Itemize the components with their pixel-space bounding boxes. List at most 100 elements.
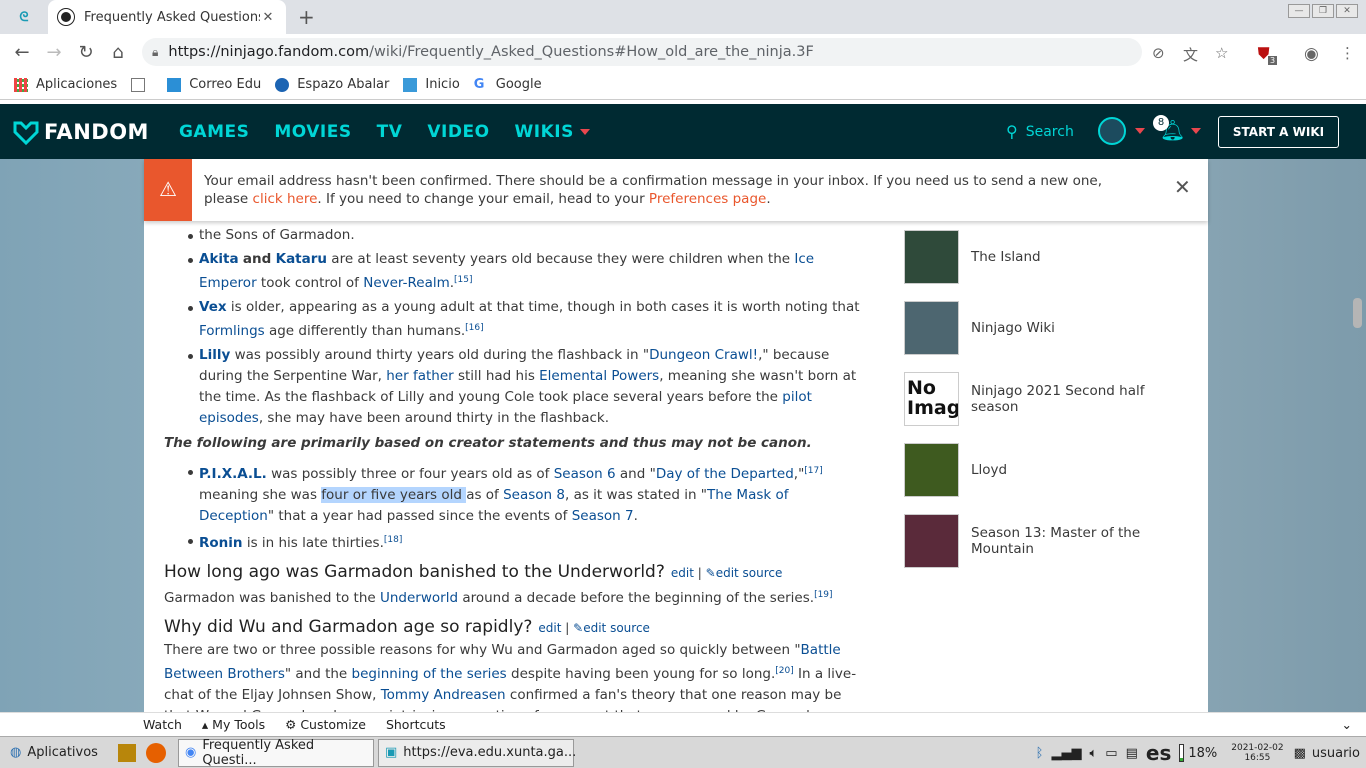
her-father-link[interactable]: her father [386,368,453,384]
ref-link[interactable]: [16] [465,323,483,333]
tab-pinned[interactable]: ᘓ [0,0,48,34]
profile-icon[interactable]: ◉ [1304,44,1319,64]
nav-movies[interactable]: MOVIES [274,122,351,142]
page-icon [131,77,146,92]
bluetooth-icon[interactable]: ᛒ [1036,746,1044,761]
network-icon[interactable]: ▂▄▆ [1051,746,1081,761]
back-button[interactable]: ← [6,42,38,63]
edit-link[interactable]: edit [538,621,561,635]
bookmark-correo-edu[interactable]: Correo Edu [167,77,261,92]
banner-message: Your email address hasn't been confirmed… [204,173,1103,207]
start-a-wiki-button[interactable]: START A WIKI [1218,116,1339,148]
highlighted-text: four or five years old [321,487,467,503]
maximize-button[interactable]: ❐ [1312,4,1334,18]
taskbar-eva-window[interactable]: ▣ https://eva.edu.xunta.ga... [377,738,576,767]
taskbar-chrome-window[interactable]: ◉ Frequently Asked Questi... [177,738,374,768]
home-button[interactable]: ⌂ [102,42,134,63]
list-item: the Sons of Garmadon. [164,225,864,246]
keyboard-language[interactable]: es [1146,741,1171,765]
vex-link[interactable]: Vex [199,299,227,315]
username[interactable]: usuario [1312,746,1360,761]
close-tab-icon[interactable]: ✕ [260,10,276,25]
chrome-icon: ◉ [184,745,197,760]
translate-blocked-icon[interactable]: ⊘ [1152,44,1165,62]
lilly-link[interactable]: Lilly [199,347,230,363]
akita-link[interactable]: Akita [199,251,239,267]
forward-button[interactable]: → [38,42,70,63]
ronin-link[interactable]: Ronin [199,535,243,551]
season-7-link[interactable]: Season 7 [572,508,634,524]
tommy-andreasen-link[interactable]: Tommy Andreasen [381,687,506,703]
bookmark-apps[interactable]: Aplicaciones [14,77,117,92]
edit-source-link[interactable]: edit source [583,621,650,635]
reload-button[interactable]: ↻ [70,42,102,63]
ref-link[interactable]: [19] [814,590,832,600]
preferences-link[interactable]: Preferences page [649,191,766,207]
ref-link[interactable]: [20] [775,666,793,676]
nav-wikis[interactable]: WIKIS [515,122,574,142]
scrollbar-thumb[interactable] [1353,298,1362,328]
underworld-link[interactable]: Underworld [380,590,458,606]
firefox-icon[interactable] [145,742,166,763]
tab-active[interactable]: Frequently Asked Questions ✕ [48,0,286,34]
customize-button[interactable]: ⚙ Customize [285,717,366,732]
rail-item-ninjago-wiki[interactable]: Ninjago Wiki [904,292,1184,363]
day-of-the-departed-link[interactable]: Day of the Departed [656,466,794,482]
search-button[interactable]: ⚲ Search [1006,104,1074,159]
click-here-link[interactable]: click here [253,191,318,207]
rail-item-lloyd[interactable]: Lloyd [904,434,1184,505]
new-tab-button[interactable]: + [298,5,315,29]
wiki-toolbar: Watch ▴ My Tools ⚙ Customize Shortcuts ⌄ [0,712,1366,736]
bookmark-google[interactable]: G Google [474,77,542,92]
close-banner-icon[interactable]: ✕ [1174,175,1191,199]
start-menu-button[interactable]: ◍ Aplicativos [4,739,104,767]
collapse-toolbar-icon[interactable]: ⌄ [1342,717,1352,732]
ref-link[interactable]: [18] [384,535,402,545]
rail-item-ninjago-2021[interactable]: No Imag Ninjago 2021 Second half season [904,363,1184,434]
avatar-caret-icon[interactable] [1135,128,1145,134]
fandom-logo[interactable]: FANDOM [12,118,149,146]
canon-note: The following are primarily based on cre… [164,435,812,451]
fandom-heart-icon [13,121,39,145]
display-icon[interactable]: ▭ [1105,746,1117,761]
edit-source-link[interactable]: edit source [716,566,783,580]
drive-icon[interactable]: ▤ [1126,746,1138,761]
minimize-button[interactable]: — [1288,4,1310,18]
kataru-link[interactable]: Kataru [276,251,327,267]
list-item: Vex is older, appearing as a young adult… [164,297,864,342]
nav-video[interactable]: VIDEO [427,122,489,142]
beginning-of-series-link[interactable]: beginning of the series [352,666,507,682]
file-manager-icon[interactable] [117,743,136,762]
bookmark-espazo-abalar[interactable]: Espazo Abalar [275,77,389,92]
bookmark-inicio[interactable]: Inicio [403,77,460,92]
bookmark-label: Google [495,77,542,92]
dungeon-crawl-link[interactable]: Dungeon Crawl! [649,347,758,363]
shortcuts-button[interactable]: Shortcuts [386,717,446,732]
notification-caret-icon[interactable] [1191,128,1201,134]
watch-button[interactable]: Watch [143,717,182,732]
bookmark-star-icon[interactable]: ☆ [1215,44,1228,62]
nav-games[interactable]: GAMES [179,122,249,142]
season-8-link[interactable]: Season 8 [503,487,565,503]
edit-link[interactable]: edit [671,566,694,580]
ref-link[interactable]: [15] [454,275,472,285]
rail-item-the-island[interactable]: The Island [904,221,1184,292]
address-bar[interactable]: 🔒︎ https://ninjago.fandom.com/wiki/Frequ… [142,38,1142,66]
my-tools-button[interactable]: ▴ My Tools [202,717,265,732]
ref-link[interactable]: [17] [804,466,822,476]
rail-item-season-13[interactable]: Season 13: Master of the Mountain [904,505,1184,576]
pixal-link[interactable]: P.I.X.A.L. [199,466,267,482]
nav-tv[interactable]: TV [377,122,403,142]
never-realm-link[interactable]: Never-Realm [363,275,450,291]
formlings-link[interactable]: Formlings [199,323,265,339]
menu-icon[interactable]: ⋮ [1340,44,1355,62]
volume-icon[interactable]: 🔈︎ [1089,746,1097,761]
wikis-caret-icon[interactable] [579,128,590,135]
elemental-powers-link[interactable]: Elemental Powers [539,368,659,384]
close-window-button[interactable]: ✕ [1336,4,1358,18]
clock[interactable]: 2021-02-02 16:55 [1231,743,1283,763]
translate-icon[interactable]: 文 [1183,44,1198,65]
user-avatar[interactable] [1098,117,1126,145]
bookmark-blank[interactable] [131,77,153,92]
season-6-link[interactable]: Season 6 [554,466,616,482]
